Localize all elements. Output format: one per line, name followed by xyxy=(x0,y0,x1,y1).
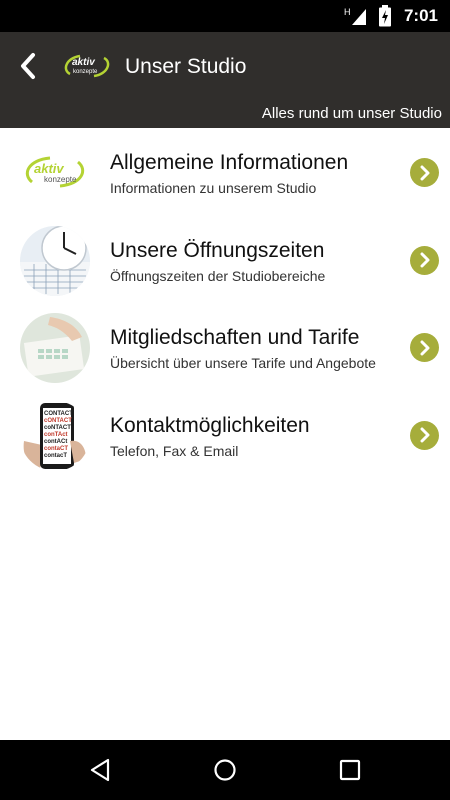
nav-recents-button[interactable] xyxy=(335,755,365,785)
item-title: Unsere Öffnungszeiten xyxy=(110,238,325,262)
back-triangle-icon xyxy=(90,758,110,782)
calculator-document-thumbnail xyxy=(20,313,90,383)
page-subtitle: Alles rund um unser Studio xyxy=(261,105,442,122)
signal-icon: H xyxy=(344,7,366,25)
chevron-right-icon xyxy=(410,158,439,187)
list-item-mitgliedschaften-tarife[interactable]: Mitgliedschaften und Tarife Übersicht üb… xyxy=(0,303,450,391)
status-bar: H 7:01 xyxy=(0,0,450,32)
thumb-contact-word: contaCT xyxy=(44,446,68,452)
clock-calendar-thumbnail xyxy=(20,225,90,296)
recents-square-icon xyxy=(339,759,361,781)
thumb-logo-text-top: aktiv xyxy=(34,161,64,176)
back-button[interactable] xyxy=(8,46,48,86)
item-title: Mitgliedschaften und Tarife xyxy=(110,326,360,349)
contact-phone-thumbnail: CONTACT cONTACT coNTACT conTAct contACt … xyxy=(20,400,90,471)
nav-home-button[interactable] xyxy=(210,755,240,785)
list-item-oeffnungszeiten[interactable]: Unsere Öffnungszeiten Öffnungszeiten der… xyxy=(0,216,450,304)
app-logo: aktiv konzepte xyxy=(64,54,110,78)
chevron-right-icon xyxy=(410,245,439,275)
navigation-bar xyxy=(0,740,450,800)
thumb-contact-word: cONTACT xyxy=(44,418,72,424)
chevron-right-icon xyxy=(410,420,439,450)
logo-text-top: aktiv xyxy=(72,57,96,68)
status-time: 7:01 xyxy=(403,6,438,25)
logo-text-bottom: konzepte xyxy=(73,69,98,75)
item-subtitle: Telefon, Fax & Email xyxy=(110,442,239,459)
app-bar: aktiv konzepte Unser Studio Alles rund u… xyxy=(0,32,450,128)
thumb-contact-word: contACt xyxy=(44,439,67,445)
item-title: Kontaktmöglichkeiten xyxy=(110,413,310,437)
home-circle-icon xyxy=(214,759,236,781)
network-type-label: H xyxy=(344,7,351,17)
thumb-contact-word: CONTACT xyxy=(44,411,73,417)
battery-icon xyxy=(378,5,391,27)
status-icons: H 7:01 xyxy=(344,5,438,27)
thumb-contact-word: coNTACT xyxy=(44,425,71,431)
list-item-allgemeine-informationen[interactable]: aktiv konzepte Allgemeine Informationen … xyxy=(0,128,450,216)
item-title: Allgemeine Informationen xyxy=(110,151,349,174)
chevron-right-icon xyxy=(410,333,439,362)
list-item-kontaktmoeglichkeiten[interactable]: CONTACT cONTACT coNTACT conTAct contACt … xyxy=(0,391,450,479)
item-subtitle: Informationen zu unserem Studio xyxy=(110,180,317,196)
menu-list: aktiv konzepte Allgemeine Informationen … xyxy=(0,128,450,478)
item-subtitle: Öffnungszeiten der Studiobereiche xyxy=(110,267,326,284)
chevron-left-icon xyxy=(21,53,35,79)
thumb-contact-word: conTAct xyxy=(44,432,68,438)
nav-back-button[interactable] xyxy=(85,755,115,785)
thumb-logo-text-bottom: konzepte xyxy=(44,175,77,184)
page-title: Unser Studio xyxy=(125,55,247,78)
item-subtitle: Übersicht über unsere Tarife und Angebot… xyxy=(110,355,376,371)
thumb-contact-word: contacT xyxy=(44,453,67,459)
aktiv-konzepte-logo-thumbnail: aktiv konzepte xyxy=(20,138,90,208)
